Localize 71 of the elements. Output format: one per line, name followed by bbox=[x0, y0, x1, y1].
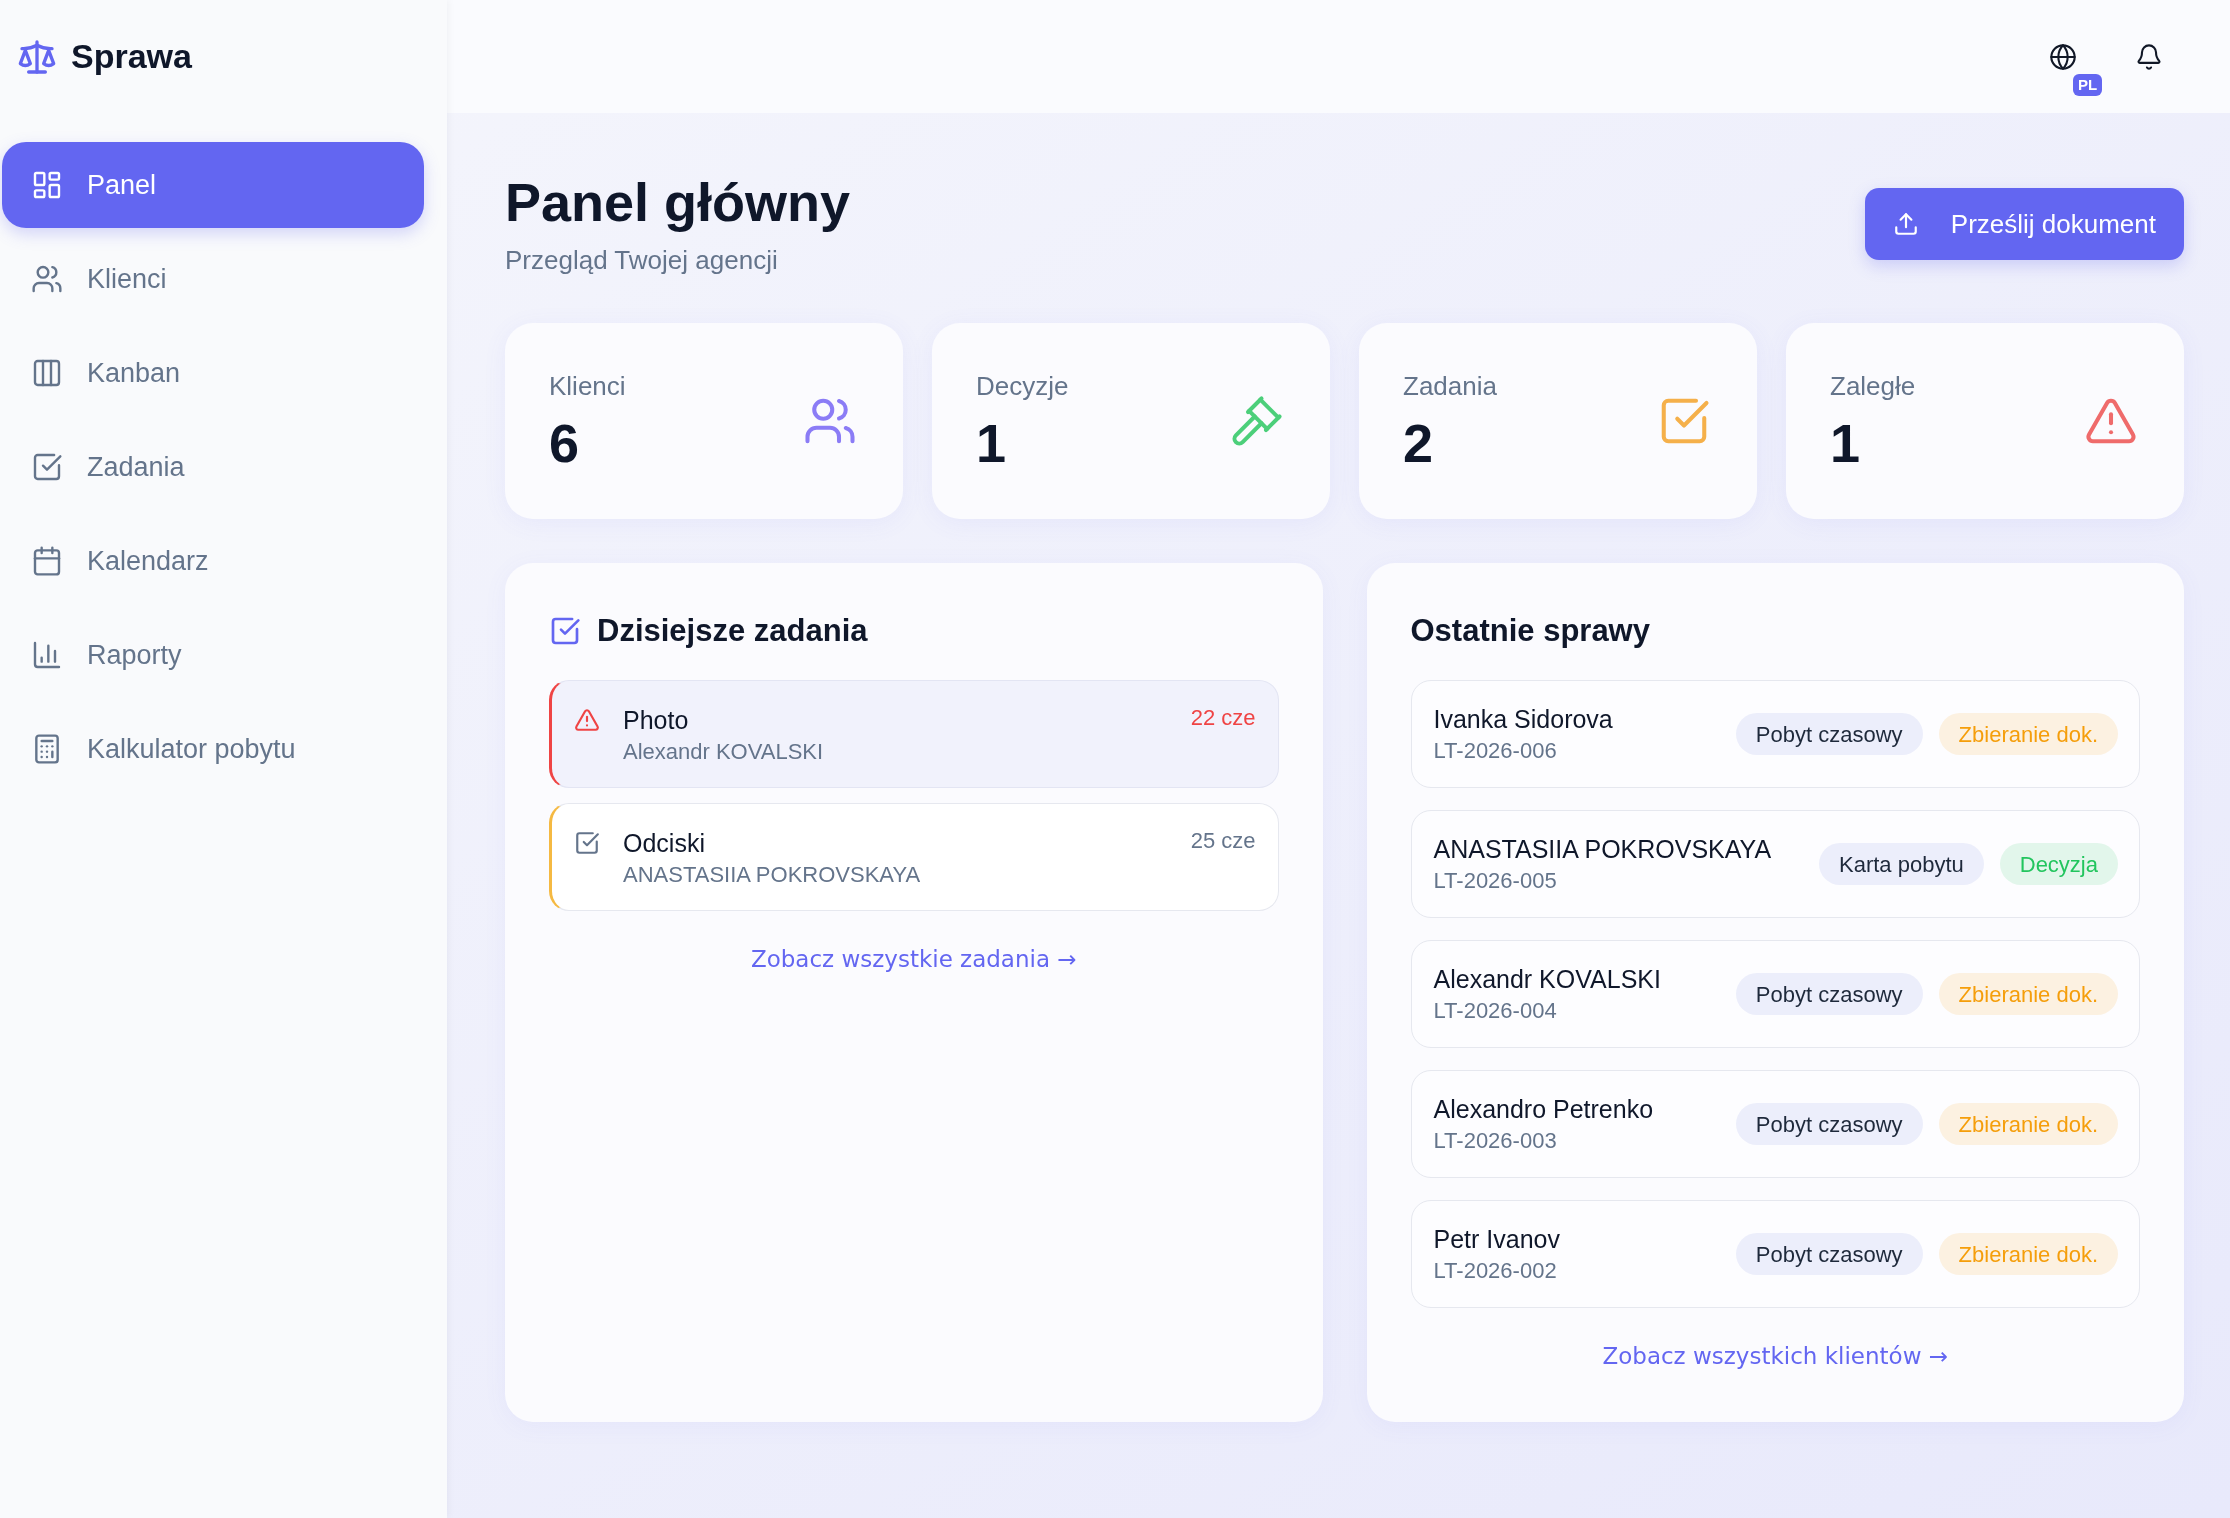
checkbox-icon bbox=[574, 830, 600, 856]
nav-item[interactable]: Raporty bbox=[2, 612, 424, 698]
case-card[interactable]: Petr Ivanov LT-2026-002 Pobyt czasowy Zbieranie dok. bbox=[1410, 1200, 2140, 1308]
client-name: ANASTASIIA POKROVSKAYA bbox=[1433, 834, 1772, 865]
task-date: 25 cze bbox=[1190, 827, 1256, 855]
client-name: Alexandr KOVALSKI bbox=[1433, 964, 1661, 995]
users-icon bbox=[31, 263, 63, 295]
section-title: Dzisiejsze zadania bbox=[597, 612, 868, 650]
stat-label: Decyzje bbox=[976, 370, 1069, 403]
checkbox-icon bbox=[549, 615, 581, 647]
case-number: LT-2026-006 bbox=[1433, 737, 1558, 765]
stat-label: Zaległe bbox=[1830, 370, 1916, 403]
page-subtitle: Przegląd Twojej agencji bbox=[505, 244, 779, 277]
calendar-icon bbox=[31, 545, 63, 577]
case-status-tag: Zbieranie dok. bbox=[1938, 973, 2118, 1015]
globe-icon bbox=[2049, 42, 2077, 71]
view-all-clients-link[interactable]: Zobacz wszystkich klientów → bbox=[1602, 1339, 1949, 1373]
language-badge: PL bbox=[2073, 73, 2103, 96]
task-card[interactable]: Odciski ANASTASIIA POKROVSKAYA 25 cze bbox=[549, 803, 1279, 911]
nav-item[interactable]: Kalendarz bbox=[2, 518, 424, 604]
language-button[interactable] bbox=[2049, 42, 2077, 71]
notifications-button[interactable] bbox=[2135, 42, 2163, 71]
case-status-tag: Zbieranie dok. bbox=[1938, 1233, 2118, 1275]
dashboard-icon bbox=[31, 169, 63, 201]
case-type-tag: Pobyt czasowy bbox=[1735, 973, 1923, 1015]
page-title: Panel główny bbox=[505, 171, 851, 234]
stat-label: Klienci bbox=[549, 370, 626, 403]
nav-item[interactable]: Kanban bbox=[2, 330, 424, 416]
nav-item[interactable]: Klienci bbox=[2, 236, 424, 322]
client-name: Alexandro Petrenko bbox=[1433, 1094, 1654, 1125]
task-client: ANASTASIIA POKROVSKAYA bbox=[623, 861, 922, 889]
case-type-tag: Pobyt czasowy bbox=[1735, 1233, 1923, 1275]
nav-item[interactable]: Kalkulator pobytu bbox=[2, 706, 424, 792]
nav-item[interactable]: Zadania bbox=[2, 424, 424, 510]
case-status-tag: Zbieranie dok. bbox=[1938, 713, 2118, 755]
upload-icon bbox=[1892, 211, 1919, 237]
case-status-tag: Decyzja bbox=[1999, 843, 2118, 885]
case-number: LT-2026-003 bbox=[1433, 1127, 1558, 1155]
case-type-tag: Karta pobytu bbox=[1819, 843, 1984, 885]
warning-icon bbox=[574, 707, 600, 733]
stat-value: 6 bbox=[549, 413, 581, 473]
stat-value: 1 bbox=[1830, 413, 1862, 473]
upload-button[interactable]: Prześlij dokument bbox=[1864, 188, 2184, 260]
task-card[interactable]: Photo Alexandr KOVALSKI 22 cze bbox=[549, 680, 1279, 788]
task-client: Alexandr KOVALSKI bbox=[623, 738, 825, 766]
app-name: Sprawa bbox=[71, 36, 192, 77]
stat-label: Zadania bbox=[1403, 370, 1497, 403]
case-card[interactable]: Ivanka Sidorova LT-2026-006 Pobyt czasowy Zbieranie dok. bbox=[1410, 680, 2140, 788]
client-name: Petr Ivanov bbox=[1433, 1224, 1560, 1255]
client-name: Ivanka Sidorova bbox=[1433, 704, 1613, 735]
case-type-tag: Pobyt czasowy bbox=[1735, 713, 1923, 755]
case-type-tag: Pobyt czasowy bbox=[1735, 1103, 1923, 1145]
task-date: 22 cze bbox=[1190, 704, 1256, 732]
task-title: Photo bbox=[623, 705, 690, 736]
view-all-tasks-link[interactable]: Zobacz wszystkie zadania → bbox=[750, 942, 1077, 976]
case-number: LT-2026-004 bbox=[1433, 997, 1558, 1025]
section-title: Ostatnie sprawy bbox=[1410, 612, 1651, 650]
task-title: Odciski bbox=[623, 828, 706, 859]
stat-value: 1 bbox=[976, 413, 1008, 473]
bell-icon bbox=[2135, 42, 2163, 71]
bar-chart-icon bbox=[31, 639, 63, 671]
checkbox-icon bbox=[31, 451, 63, 483]
stat-value: 2 bbox=[1403, 413, 1435, 473]
case-card[interactable]: ANASTASIIA POKROVSKAYA LT-2026-005 Karta pobytu Decyzja bbox=[1410, 810, 2140, 918]
case-card[interactable]: Alexandr KOVALSKI LT-2026-004 Pobyt czasowy Zbieranie dok. bbox=[1410, 940, 2140, 1048]
columns-icon bbox=[31, 357, 63, 389]
case-status-tag: Zbieranie dok. bbox=[1938, 1103, 2118, 1145]
case-card[interactable]: Alexandro Petrenko LT-2026-003 Pobyt czasowy Zbieranie dok. bbox=[1410, 1070, 2140, 1178]
case-number: LT-2026-002 bbox=[1433, 1257, 1558, 1285]
nav-item[interactable]: Panel bbox=[2, 142, 424, 228]
case-number: LT-2026-005 bbox=[1433, 867, 1558, 895]
